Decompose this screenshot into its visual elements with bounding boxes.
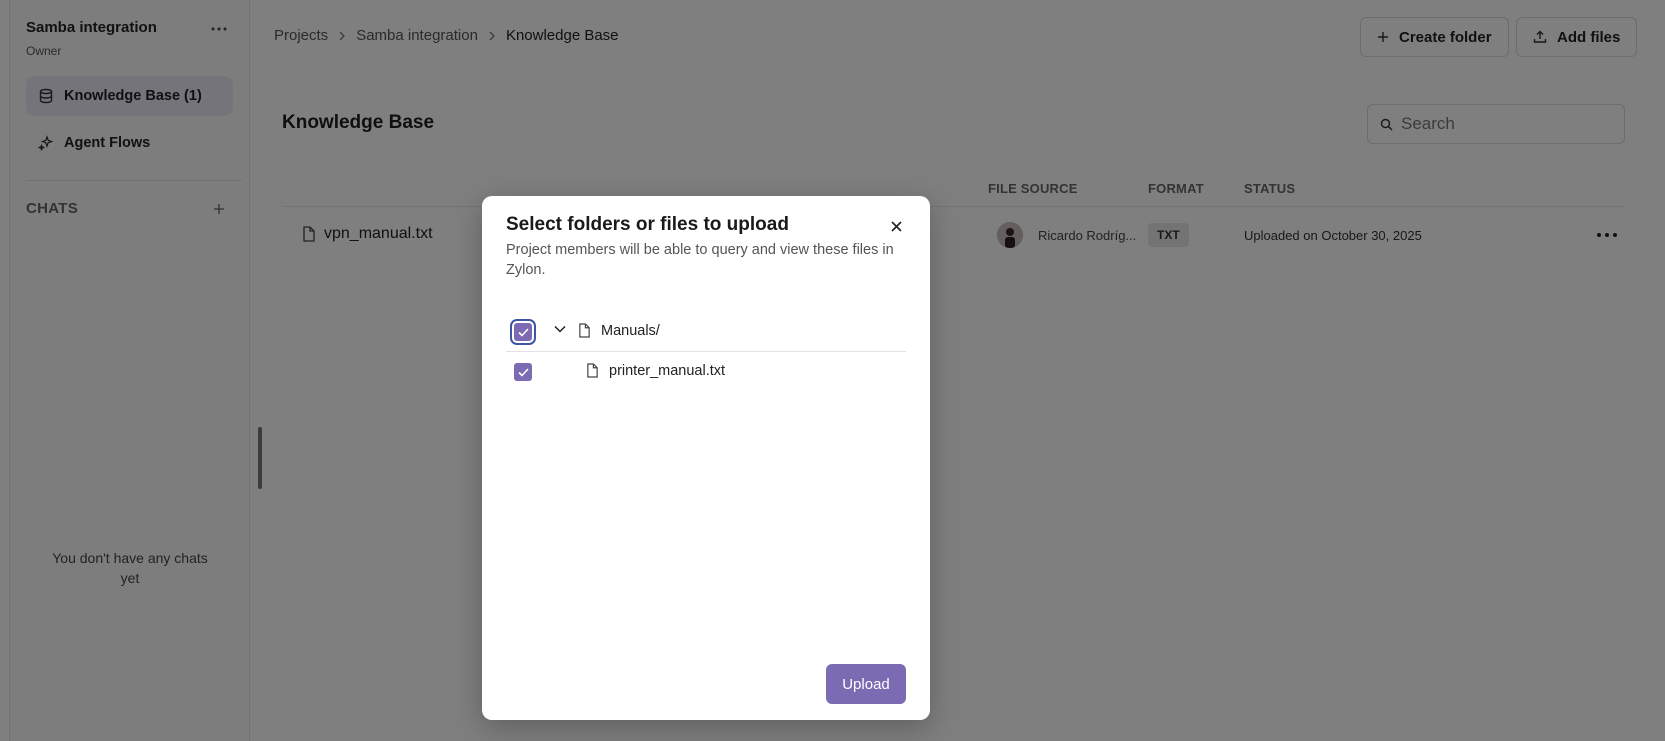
folder-checkbox[interactable] — [514, 323, 532, 341]
app-root: Samba integration Owner Knowledge Base (… — [0, 0, 1665, 741]
tree-folder-row[interactable]: Manuals/ — [506, 312, 906, 352]
close-icon[interactable] — [886, 216, 906, 236]
upload-dialog: Select folders or files to upload Projec… — [482, 196, 930, 720]
file-checkbox[interactable] — [514, 363, 532, 381]
dialog-description: Project members will be able to query an… — [506, 242, 894, 278]
folder-label: Manuals/ — [601, 323, 660, 339]
file-label: printer_manual.txt — [609, 363, 726, 379]
tree-file-row[interactable]: printer_manual.txt — [506, 352, 906, 392]
file-icon — [578, 323, 591, 338]
dialog-title: Select folders or files to upload — [506, 214, 789, 235]
upload-button[interactable]: Upload — [826, 664, 906, 704]
chevron-down-icon[interactable] — [554, 325, 566, 333]
file-icon — [586, 363, 599, 378]
